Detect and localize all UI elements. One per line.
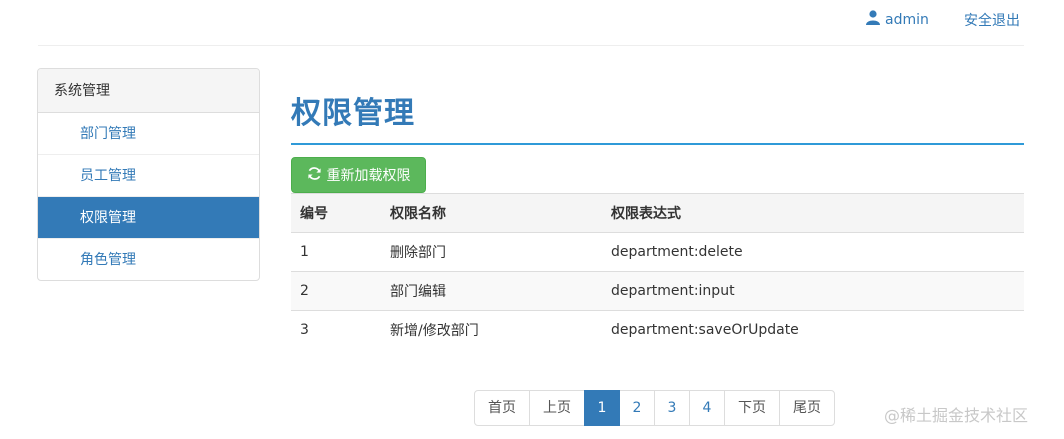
cell-id: 3 — [300, 322, 309, 339]
column-header-name: 权限名称 — [381, 193, 602, 233]
sidebar-item-departments[interactable]: 部门管理 — [38, 113, 259, 155]
cell-expression: department:saveOrUpdate — [611, 322, 799, 339]
page-2-button[interactable]: 2 — [619, 390, 655, 426]
sidebar-panel: 系统管理 部门管理 员工管理 权限管理 角色管理 — [37, 68, 260, 281]
table-header-row: 编号 权限名称 权限表达式 — [291, 193, 1024, 233]
username-label: admin — [885, 11, 929, 28]
sidebar-item-employees[interactable]: 员工管理 — [38, 155, 259, 197]
permissions-table: 编号 权限名称 权限表达式 1 删除部门 department:delete 2… — [291, 193, 1024, 350]
top-navbar: admin 安全退出 — [38, 0, 1024, 46]
cell-id: 1 — [291, 232, 381, 272]
page-last-button[interactable]: 尾页 — [779, 390, 835, 426]
cell-expression: department:input — [602, 271, 1024, 311]
table-row: 3 新增/修改部门 department:saveOrUpdate — [291, 311, 1024, 350]
reload-permissions-button[interactable]: 重新加载权限 — [291, 157, 426, 193]
cell-id: 2 — [291, 271, 381, 311]
page-next-button[interactable]: 下页 — [724, 390, 780, 426]
sidebar-item-roles[interactable]: 角色管理 — [38, 239, 259, 280]
user-menu[interactable]: admin — [866, 10, 929, 29]
page-4-button[interactable]: 4 — [689, 390, 725, 426]
table-row: 2 部门编辑 department:input — [291, 271, 1024, 311]
cell-name: 新增/修改部门 — [390, 323, 479, 340]
column-header-id: 编号 — [291, 193, 381, 233]
title-divider — [291, 143, 1024, 145]
table-row: 1 删除部门 department:delete — [291, 232, 1024, 272]
sidebar-title: 系统管理 — [38, 69, 259, 113]
logout-link[interactable]: 安全退出 — [964, 10, 1020, 30]
watermark: @稀土掘金技术社区 — [884, 406, 1029, 425]
cell-expression: department:delete — [602, 232, 1024, 272]
pagination: 首页 上页 1 2 3 4 下页 尾页 — [474, 390, 835, 426]
column-header-expression: 权限表达式 — [602, 193, 1024, 233]
cell-name: 删除部门 — [381, 232, 602, 272]
refresh-icon — [307, 166, 322, 185]
page-title: 权限管理 — [291, 96, 415, 131]
sidebar-item-permissions[interactable]: 权限管理 — [38, 197, 259, 239]
user-icon — [866, 10, 880, 29]
reload-button-label: 重新加载权限 — [326, 168, 411, 184]
page-prev-button[interactable]: 上页 — [529, 390, 585, 426]
page-1-button[interactable]: 1 — [584, 390, 620, 426]
page-3-button[interactable]: 3 — [654, 390, 690, 426]
cell-name: 部门编辑 — [381, 271, 602, 311]
page-first-button[interactable]: 首页 — [474, 390, 530, 426]
